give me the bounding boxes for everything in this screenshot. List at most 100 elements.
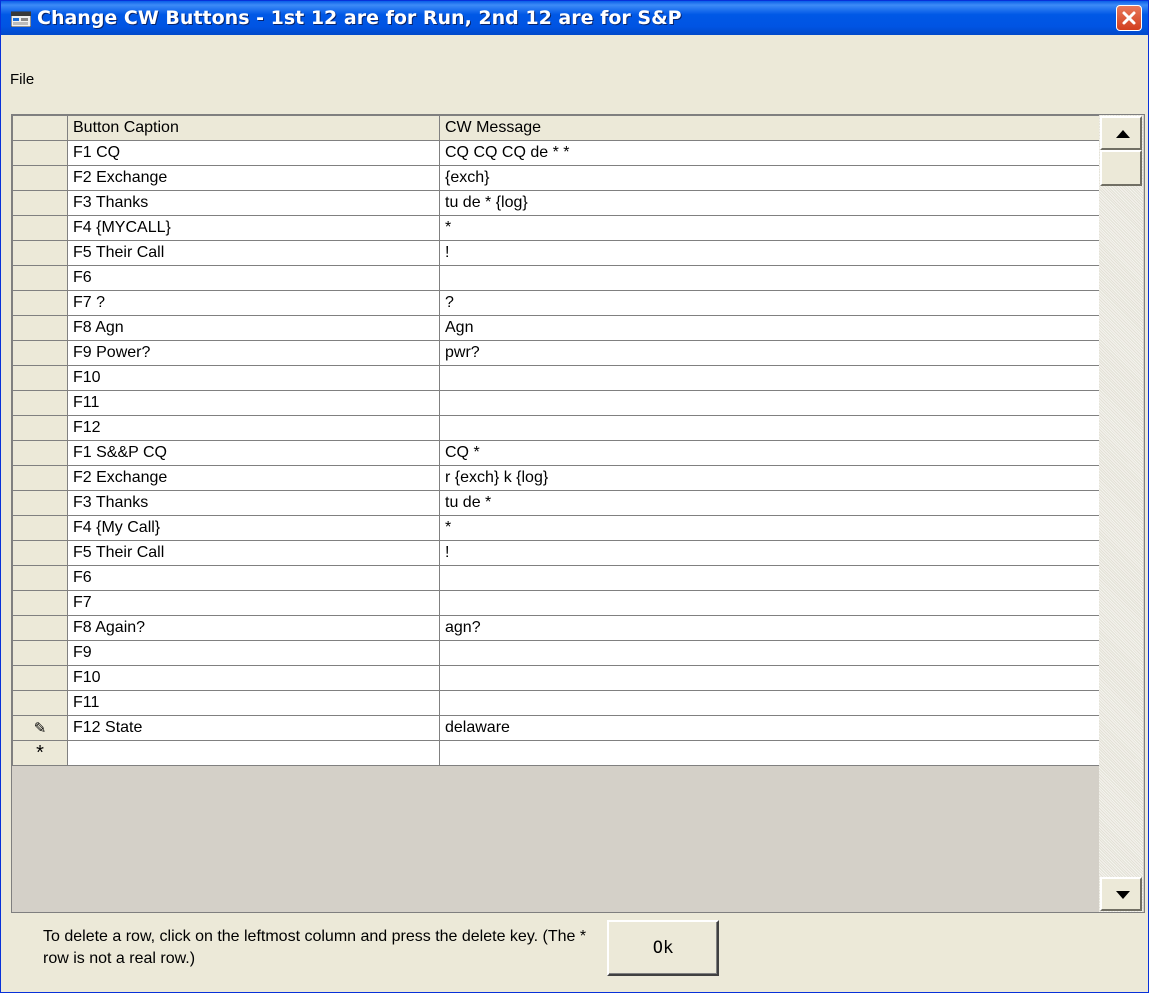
table-row[interactable]: F2 Exchange {exch} <box>12 165 1101 191</box>
message-cell[interactable]: tu de * {log} <box>439 190 1101 216</box>
scroll-up-button[interactable] <box>1100 116 1142 150</box>
message-cell[interactable] <box>439 365 1101 391</box>
scroll-thumb[interactable] <box>1100 150 1142 186</box>
row-selector[interactable] <box>12 640 68 666</box>
message-cell[interactable]: ! <box>439 540 1101 566</box>
menu-file[interactable]: File <box>10 71 34 88</box>
table-row[interactable]: F6 <box>12 265 1101 291</box>
caption-cell[interactable]: F11 <box>67 390 440 416</box>
scroll-down-button[interactable] <box>1100 877 1142 911</box>
vertical-scrollbar[interactable] <box>1099 115 1143 912</box>
row-selector[interactable] <box>12 240 68 266</box>
caption-cell[interactable]: F2 Exchange <box>67 465 440 491</box>
message-cell[interactable] <box>439 665 1101 691</box>
column-header-message[interactable]: CW Message <box>439 115 1101 141</box>
message-cell[interactable]: ! <box>439 240 1101 266</box>
message-cell[interactable] <box>439 590 1101 616</box>
cw-buttons-grid[interactable]: Button Caption CW Message F1 CQ CQ CQ CQ … <box>11 114 1145 913</box>
row-selector[interactable] <box>12 315 68 341</box>
caption-cell[interactable]: F6 <box>67 565 440 591</box>
caption-cell[interactable]: F5 Their Call <box>67 240 440 266</box>
message-cell[interactable]: * <box>439 515 1101 541</box>
table-row[interactable]: F2 Exchange r {exch} k {log} <box>12 465 1101 491</box>
table-row[interactable]: F12 <box>12 415 1101 441</box>
row-selector[interactable] <box>12 215 68 241</box>
message-cell[interactable]: delaware <box>439 715 1101 741</box>
message-cell[interactable]: agn? <box>439 615 1101 641</box>
message-cell[interactable]: * <box>439 215 1101 241</box>
row-selector-header[interactable] <box>12 115 68 141</box>
caption-cell[interactable]: F8 Again? <box>67 615 440 641</box>
caption-cell[interactable]: F8 Agn <box>67 315 440 341</box>
message-cell[interactable] <box>439 690 1101 716</box>
row-selector[interactable] <box>12 190 68 216</box>
caption-cell[interactable]: F4 {MYCALL} <box>67 215 440 241</box>
table-row[interactable]: F7 ?? <box>12 290 1101 316</box>
caption-cell[interactable]: F9 Power? <box>67 340 440 366</box>
message-cell[interactable] <box>439 390 1101 416</box>
caption-cell[interactable] <box>67 740 440 766</box>
message-cell[interactable]: r {exch} k {log} <box>439 465 1101 491</box>
new-row-selector[interactable]: * <box>12 740 68 766</box>
row-selector[interactable] <box>12 565 68 591</box>
message-cell[interactable] <box>439 565 1101 591</box>
message-cell[interactable]: pwr? <box>439 340 1101 366</box>
message-cell[interactable]: Agn <box>439 315 1101 341</box>
row-selector[interactable] <box>12 690 68 716</box>
caption-cell[interactable]: F12 State <box>67 715 440 741</box>
table-row[interactable]: F5 Their Call! <box>12 540 1101 566</box>
message-cell[interactable] <box>439 265 1101 291</box>
caption-cell[interactable]: F4 {My Call} <box>67 515 440 541</box>
table-row[interactable]: F8 Again? agn? <box>12 615 1101 641</box>
row-selector[interactable] <box>12 415 68 441</box>
caption-cell[interactable]: F1 CQ <box>67 140 440 166</box>
row-selector[interactable] <box>12 490 68 516</box>
table-row[interactable]: F8 Agn Agn <box>12 315 1101 341</box>
table-row[interactable]: F10 <box>12 365 1101 391</box>
caption-cell[interactable]: F3 Thanks <box>67 190 440 216</box>
caption-cell[interactable]: F5 Their Call <box>67 540 440 566</box>
table-row[interactable]: F4 {My Call} * <box>12 515 1101 541</box>
caption-cell[interactable]: F12 <box>67 415 440 441</box>
caption-cell[interactable]: F1 S&&P CQ <box>67 440 440 466</box>
row-selector[interactable] <box>12 390 68 416</box>
row-selector[interactable] <box>12 540 68 566</box>
row-selector[interactable] <box>12 615 68 641</box>
message-cell[interactable]: {exch} <box>439 165 1101 191</box>
caption-cell[interactable]: F6 <box>67 265 440 291</box>
caption-cell[interactable]: F10 <box>67 365 440 391</box>
row-selector[interactable] <box>12 440 68 466</box>
caption-cell[interactable]: F7 <box>67 590 440 616</box>
message-cell[interactable]: ? <box>439 290 1101 316</box>
caption-cell[interactable]: F11 <box>67 690 440 716</box>
table-row[interactable]: F10 <box>12 665 1101 691</box>
column-header-caption[interactable]: Button Caption <box>67 115 440 141</box>
new-row[interactable]: * <box>12 740 1101 766</box>
table-row[interactable]: F5 Their Call! <box>12 240 1101 266</box>
row-selector[interactable] <box>12 265 68 291</box>
message-cell[interactable] <box>439 640 1101 666</box>
caption-cell[interactable]: F9 <box>67 640 440 666</box>
row-selector[interactable] <box>12 515 68 541</box>
message-cell[interactable] <box>439 740 1101 766</box>
table-row[interactable]: ✎ F12 State delaware <box>12 715 1101 741</box>
row-selector[interactable] <box>12 340 68 366</box>
table-row[interactable]: F11 <box>12 690 1101 716</box>
table-row[interactable]: F1 CQ CQ CQ CQ de * * <box>12 140 1101 166</box>
message-cell[interactable]: CQ * <box>439 440 1101 466</box>
message-cell[interactable]: CQ CQ CQ de * * <box>439 140 1101 166</box>
table-row[interactable]: F7 <box>12 590 1101 616</box>
caption-cell[interactable]: F7 ? <box>67 290 440 316</box>
title-bar[interactable]: Change CW Buttons - 1st 12 are for Run, … <box>1 1 1148 35</box>
row-selector[interactable] <box>12 665 68 691</box>
table-row[interactable]: F1 S&&P CQ CQ * <box>12 440 1101 466</box>
table-row[interactable]: F3 Thanks tu de * {log} <box>12 190 1101 216</box>
row-selector[interactable] <box>12 465 68 491</box>
row-selector[interactable]: ✎ <box>12 715 68 741</box>
table-row[interactable]: F11 <box>12 390 1101 416</box>
message-cell[interactable]: tu de * <box>439 490 1101 516</box>
message-cell[interactable] <box>439 415 1101 441</box>
table-row[interactable]: F6 <box>12 565 1101 591</box>
table-row[interactable]: F9 <box>12 640 1101 666</box>
caption-cell[interactable]: F3 Thanks <box>67 490 440 516</box>
